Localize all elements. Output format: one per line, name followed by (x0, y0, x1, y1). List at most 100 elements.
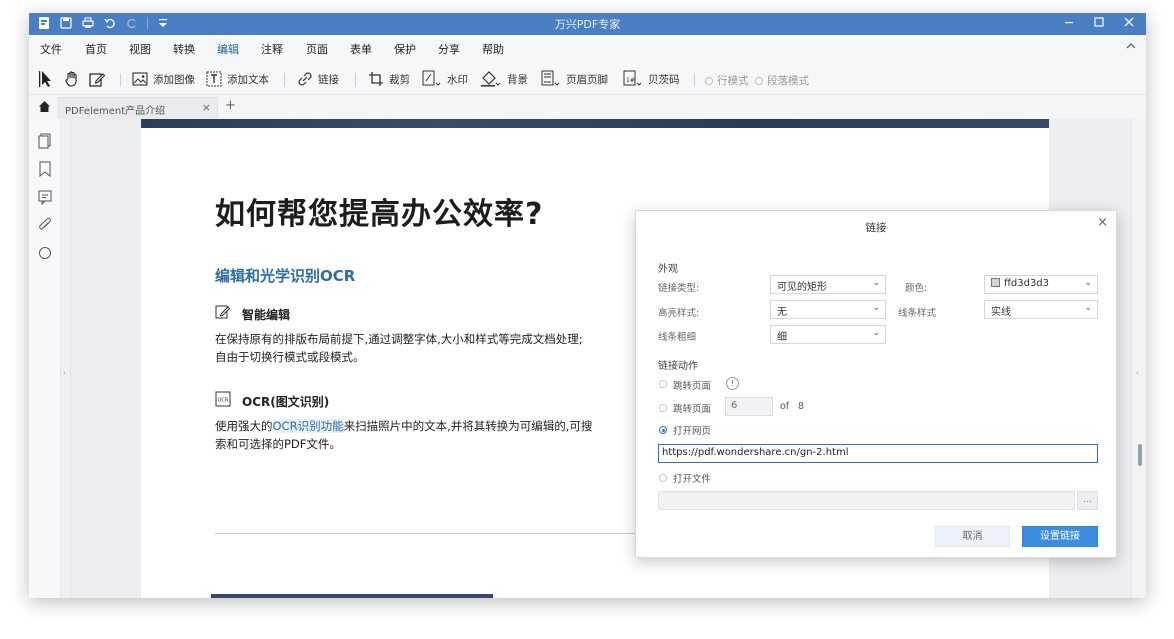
feature2-text-line1[interactable]: 使用强大的OCR识别功能来扫描照片中的文本,并将其转换为可编辑的,可搜 (215, 417, 655, 435)
goto-page-radio-2[interactable] (659, 404, 667, 412)
feature1-text-line2[interactable]: 自由于切换行模式或段模式。 (215, 348, 635, 366)
expand-left-icon[interactable]: › (63, 369, 66, 377)
highlight-style-select[interactable]: 无 ⌄ (770, 300, 886, 319)
dialog-close-icon[interactable]: × (1097, 215, 1108, 230)
collapse-ribbon-icon[interactable] (1126, 41, 1136, 51)
goto-page-label-1: 跳转页面 (673, 381, 712, 392)
minimize-icon[interactable] (1062, 15, 1076, 29)
feature1-title[interactable]: 智能编辑 (242, 306, 290, 323)
link-type-select[interactable]: 可见的矩形 ⌄ (770, 275, 886, 294)
line-mode-radio[interactable] (705, 76, 713, 85)
maximize-icon[interactable] (1092, 15, 1106, 29)
add-image-button[interactable]: 添加图像 (132, 69, 195, 89)
page-subheading[interactable]: 编辑和光学识别OCR (215, 265, 355, 286)
line-width-value: 细 (777, 332, 787, 343)
feature2-text-highlight[interactable]: OCR识别功能 (272, 419, 344, 433)
set-link-button[interactable]: 设置链接 (1022, 526, 1098, 547)
select-tool[interactable] (39, 69, 55, 89)
menu-help[interactable]: 帮助 (482, 41, 504, 57)
svg-text:OCR: OCR (218, 398, 229, 404)
document-tab[interactable]: PDFelement产品介绍 × (58, 97, 218, 119)
feature2-title[interactable]: OCR(图文识别) (242, 393, 329, 410)
open-web-radio[interactable] (659, 426, 667, 434)
line-style-value: 实线 (991, 307, 1011, 318)
menu-edit[interactable]: 编辑 (217, 41, 239, 63)
svg-text:1#: 1# (626, 77, 635, 84)
edit-object-tool[interactable] (89, 69, 105, 89)
left-panel-toggle[interactable]: › (61, 119, 71, 598)
search-icon[interactable] (38, 245, 52, 261)
link-button[interactable]: 链接 (297, 69, 339, 89)
line-width-label: 线条粗细 (658, 332, 697, 343)
watermark-button[interactable]: 水印 (422, 69, 468, 89)
line-mode-label: 行模式 (717, 75, 749, 87)
open-file-radio[interactable] (659, 474, 667, 482)
background-button[interactable]: 背景 (480, 69, 528, 89)
page-header-image (141, 119, 1049, 128)
line-width-select[interactable]: 细 ⌄ (770, 325, 886, 344)
color-select[interactable]: ffd3d3d3 ⌄ (984, 275, 1098, 294)
hand-tool[interactable] (64, 69, 80, 89)
chevron-down-icon: ⌄ (872, 303, 880, 313)
menu-page[interactable]: 页面 (306, 41, 328, 57)
color-label: 颜色: (905, 283, 928, 294)
goto-page-label-2: 跳转页面 (673, 404, 712, 415)
edit-toolbar: 添加图像 添加文本 链接 裁剪 水印 背景 页眉页脚 1# 贝茨码 行模式 段落… (29, 61, 1146, 95)
menu-file[interactable]: 文件 (40, 41, 62, 57)
line-mode-option[interactable]: 行模式 (705, 73, 749, 88)
dialog-title: 链接 (865, 222, 887, 234)
link-dialog: 链接 × 外观 链接类型: 可见的矩形 ⌄ 颜色: ffd3d3d3 ⌄ 高亮样式:… (635, 210, 1117, 558)
goto-page-radio-1[interactable] (659, 380, 667, 388)
attachment-icon[interactable] (38, 217, 52, 233)
text-box-icon (206, 71, 222, 87)
vertical-scrollbar[interactable] (1138, 444, 1142, 466)
bates-label: 贝茨码 (648, 73, 680, 86)
comment-icon[interactable] (38, 189, 52, 205)
color-value: ffd3d3d3 (1004, 278, 1050, 289)
highlight-style-label: 高亮样式: (658, 308, 700, 319)
page-heading[interactable]: 如何帮您提高办公效率? (215, 189, 543, 233)
feature2-text-line2[interactable]: 索和可选择的PDF文件。 (215, 435, 635, 453)
cancel-button[interactable]: 取消 (935, 526, 1010, 547)
open-web-label: 打开网页 (673, 426, 712, 437)
chevron-down-icon: ⌄ (1084, 303, 1092, 313)
page-number-input[interactable]: 6 (725, 397, 773, 416)
crop-icon (369, 72, 383, 86)
expand-right-icon[interactable]: ‹ (1136, 369, 1139, 377)
crop-label: 裁剪 (389, 73, 410, 86)
home-icon[interactable] (38, 100, 51, 113)
menu-protect[interactable]: 保护 (394, 41, 416, 57)
crop-button[interactable]: 裁剪 (368, 69, 410, 89)
url-input[interactable]: https://pdf.wondershare.cn/gn-2.html (658, 444, 1098, 463)
menu-share[interactable]: 分享 (438, 41, 460, 57)
link-icon (298, 72, 312, 86)
pages-thumbnail-icon[interactable] (38, 133, 52, 149)
paragraph-mode-option[interactable]: 段落模式 (755, 73, 809, 88)
right-panel-toggle[interactable]: ‹ (1131, 119, 1146, 598)
header-footer-icon (541, 70, 560, 86)
menu-form[interactable]: 表单 (350, 41, 372, 57)
line-style-select[interactable]: 实线 ⌄ (984, 300, 1098, 319)
toolbar-separator (694, 73, 695, 87)
file-path-input[interactable] (658, 491, 1075, 510)
bookmark-icon[interactable] (38, 161, 52, 177)
paragraph-mode-radio[interactable] (755, 76, 763, 85)
close-window-icon[interactable] (1122, 15, 1136, 29)
chevron-down-icon: ⌄ (872, 328, 880, 338)
browse-button[interactable]: ... (1077, 491, 1098, 510)
menu-comment[interactable]: 注释 (261, 41, 283, 57)
header-footer-button[interactable]: 页眉页脚 (541, 69, 608, 89)
feature1-text-line1[interactable]: 在保持原有的排版布局前提下,通过调整字体,大小和样式等完成文档处理; (215, 330, 635, 348)
menu-home[interactable]: 首页 (85, 41, 107, 57)
add-text-button[interactable]: 添加文本 (206, 69, 269, 89)
chevron-down-icon: ⌄ (872, 278, 880, 288)
bates-button[interactable]: 1# 贝茨码 (623, 69, 680, 89)
ocr-icon: OCR (215, 391, 231, 407)
menu-convert[interactable]: 转换 (173, 41, 195, 57)
image-icon (132, 72, 148, 86)
title-bar: 万兴PDF专家 (29, 13, 1146, 35)
close-tab-icon[interactable]: × (202, 101, 211, 114)
menu-view[interactable]: 视图 (129, 41, 151, 57)
add-tab-button[interactable]: + (225, 98, 236, 113)
document-tab-bar: PDFelement产品介绍 × + (29, 95, 1146, 119)
